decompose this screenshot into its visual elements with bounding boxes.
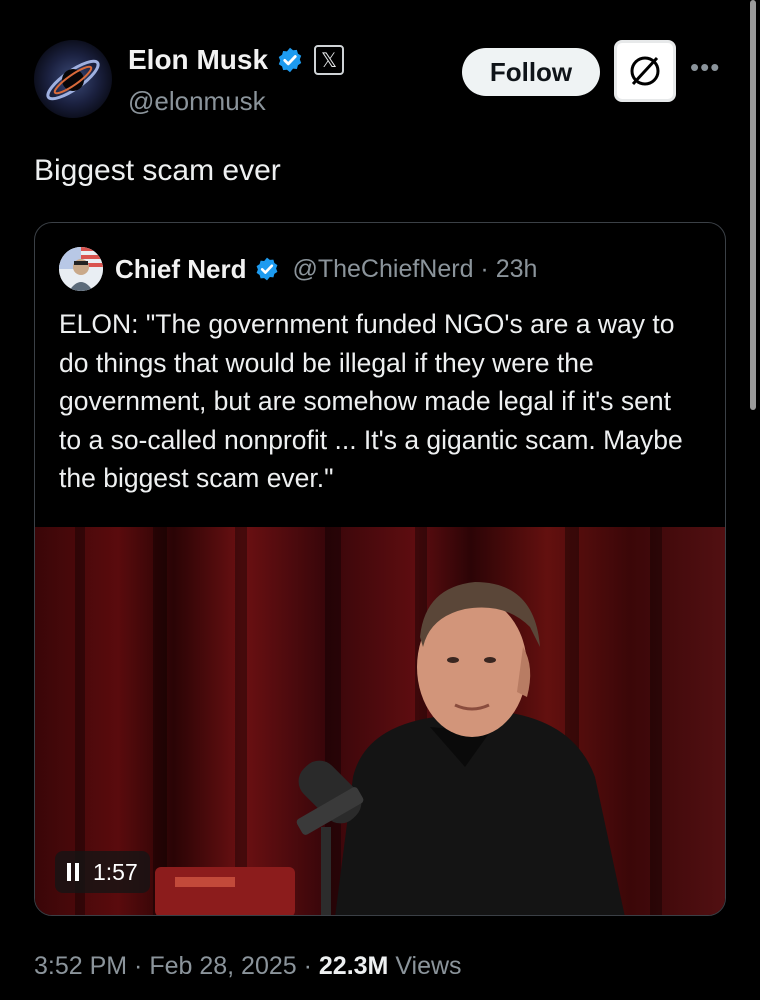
video-time: 1:57	[93, 858, 138, 885]
video-timer-badge[interactable]: 1:57	[55, 851, 150, 893]
tweet-timestamp[interactable]: 3:52 PM · Feb 28, 2025 ·	[34, 952, 319, 980]
views-label: Views	[388, 952, 462, 980]
tweet-header: Elon Musk 𝕏 @elonmusk Follow •••	[34, 40, 720, 122]
scrollbar[interactable]	[750, 0, 756, 410]
verified-badge-icon	[278, 47, 302, 73]
video-player[interactable]: 1:57	[35, 527, 725, 915]
author-name-row: Elon Musk 𝕏	[128, 44, 345, 76]
views-count: 22.3M	[318, 952, 389, 980]
quoted-author-avatar[interactable]	[59, 247, 103, 291]
verified-badge-icon	[257, 257, 278, 281]
tweet-text: Biggest scam ever	[34, 154, 281, 187]
author-name[interactable]: Elon Musk	[128, 44, 268, 76]
quoted-tweet-header: Chief Nerd @TheChiefNerd · 23h	[59, 247, 537, 291]
slash-circle-icon	[630, 56, 660, 86]
quoted-tweet-text: ELON: "The government funded NGO's are a…	[59, 309, 683, 493]
follow-button[interactable]: Follow	[462, 48, 600, 96]
tweet-meta: 3:52 PM · Feb 28, 2025 · 22.3M Views	[34, 952, 462, 981]
quoted-author-name[interactable]: Chief Nerd	[115, 254, 246, 285]
more-dots-icon[interactable]: •••	[690, 52, 720, 83]
x-logo-badge-icon: 𝕏	[314, 45, 345, 75]
pause-icon[interactable]	[67, 863, 79, 881]
author-handle[interactable]: @elonmusk	[128, 86, 266, 117]
quoted-tweet-card[interactable]: Chief Nerd @TheChiefNerd · 23h ELON: "Th…	[34, 222, 726, 916]
author-avatar[interactable]	[34, 40, 112, 118]
quoted-handle-time[interactable]: @TheChiefNerd · 23h	[292, 255, 537, 284]
grok-button[interactable]	[614, 40, 676, 102]
